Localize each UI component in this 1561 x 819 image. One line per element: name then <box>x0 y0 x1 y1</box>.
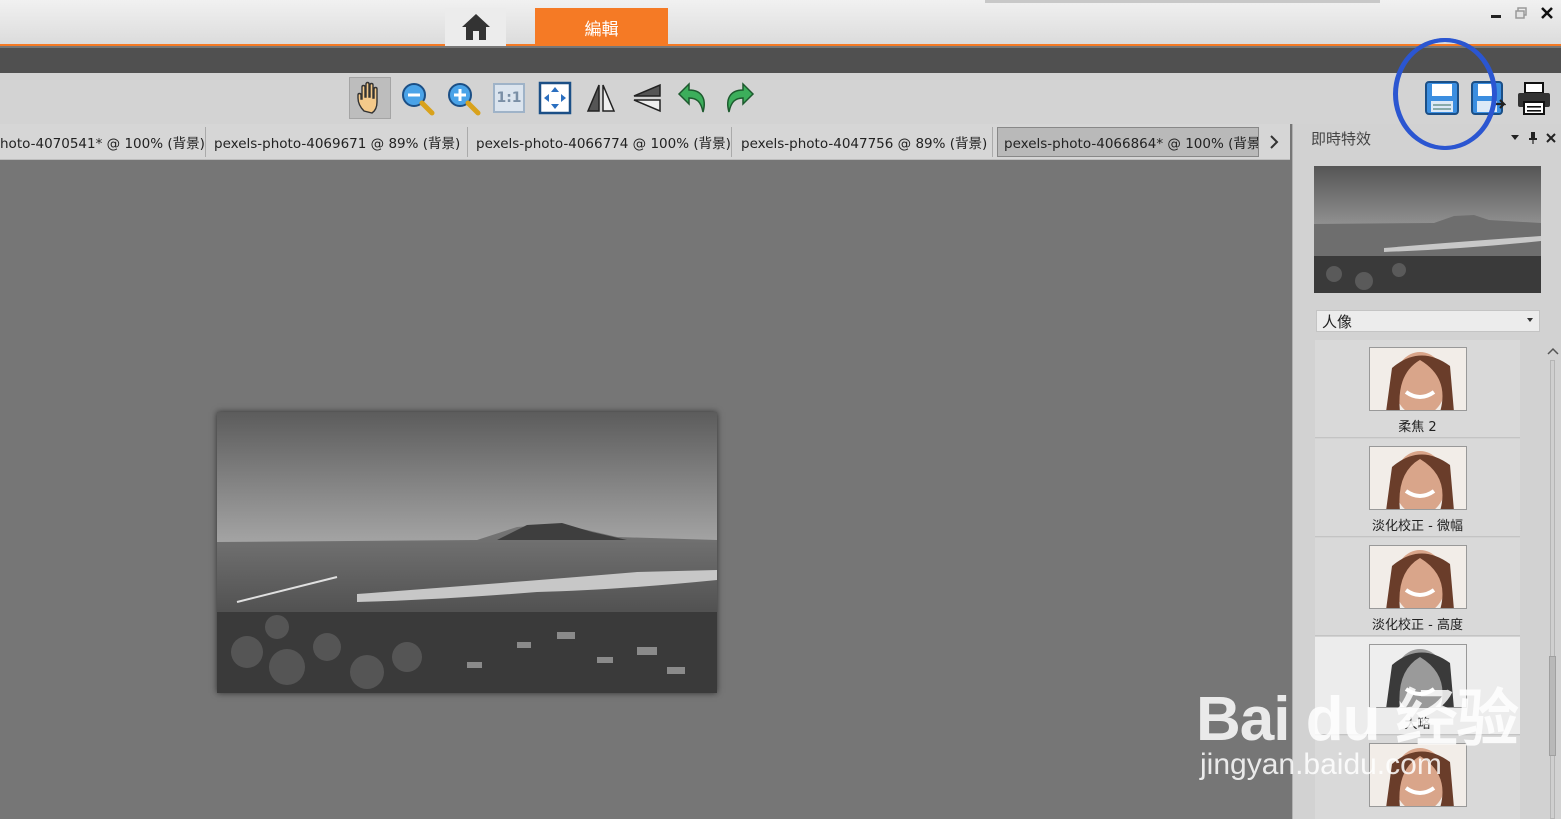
actual-size-icon: 1:1 <box>493 83 525 113</box>
home-tab[interactable] <box>445 8 506 46</box>
tabs-scroll-right-button[interactable] <box>1262 127 1286 157</box>
title-bar: 編輯 <box>0 0 1561 46</box>
document-tab[interactable]: pexels-photo-4047756 @ 89% (背景) <box>735 127 993 157</box>
restore-button[interactable] <box>1510 2 1532 24</box>
document-tabs: hoto-4070541* @ 100% (背景) pexels-photo-4… <box>0 124 1290 160</box>
edited-photo <box>217 412 717 693</box>
flip-horizontal-button[interactable] <box>580 77 622 119</box>
document-tab[interactable]: pexels-photo-4066774 @ 100% (背景) <box>470 127 732 157</box>
hand-tool-icon <box>357 81 378 114</box>
chevron-right-icon <box>1270 135 1279 149</box>
chevron-up-icon <box>1547 347 1559 355</box>
panel-pin-button[interactable] <box>1525 130 1541 146</box>
flip-horizontal-icon <box>586 84 616 112</box>
panel-close-button[interactable] <box>1543 130 1559 146</box>
effect-label: 淡化校正 - 微幅 <box>1372 519 1463 534</box>
chevron-down-icon <box>1511 135 1519 140</box>
app-window: 編輯 1:1 hoto-4070541* @ 100% (背景) pexels-… <box>0 0 1561 819</box>
flip-vertical-button[interactable] <box>626 77 668 119</box>
print-button[interactable] <box>1513 77 1555 119</box>
save-highlight-annotation <box>1393 38 1496 150</box>
effect-item[interactable]: 淡化校正 - 高度 <box>1315 538 1520 636</box>
redo-icon <box>727 82 755 113</box>
document-tab[interactable]: pexels-photo-4069671 @ 89% (背景) <box>208 127 468 157</box>
panel-title: 即時特效 <box>1311 130 1372 148</box>
scroll-thumb[interactable] <box>1549 656 1556 756</box>
fit-screen-icon <box>538 81 572 115</box>
top-strip <box>985 0 1380 3</box>
close-button[interactable] <box>1536 2 1558 24</box>
minimize-icon <box>1491 15 1501 18</box>
zoom-in-icon <box>448 83 481 116</box>
restore-icon <box>1515 7 1527 19</box>
minimize-button[interactable] <box>1485 2 1507 24</box>
effects-scrollbar[interactable] <box>1547 346 1559 819</box>
undo-button[interactable] <box>672 77 714 119</box>
chevron-down-icon <box>1527 318 1533 322</box>
edit-tab[interactable]: 編輯 <box>535 8 668 46</box>
zoom-out-button[interactable] <box>396 77 438 119</box>
effect-thumbnail <box>1369 347 1467 411</box>
effect-category-select[interactable]: 人像 <box>1316 310 1540 332</box>
print-icon <box>1518 82 1550 115</box>
panel-menu-button[interactable] <box>1507 130 1523 146</box>
flip-vertical-icon <box>633 83 661 113</box>
document-tab[interactable]: hoto-4070541* @ 100% (背景) <box>0 127 206 157</box>
watermark-logo: Bai du 经验 <box>1196 685 1519 754</box>
effect-label: 淡化校正 - 高度 <box>1372 618 1463 633</box>
effect-thumbnail <box>1369 545 1467 609</box>
watermark-url: jingyan.baidu.com <box>1200 748 1442 781</box>
fit-screen-button[interactable] <box>534 77 576 119</box>
hand-tool-button[interactable] <box>349 77 391 119</box>
effect-item[interactable]: 淡化校正 - 微幅 <box>1315 439 1520 537</box>
effect-preview-image <box>1314 166 1541 293</box>
close-icon <box>1541 7 1553 19</box>
pin-icon <box>1529 132 1537 144</box>
image-canvas[interactable] <box>0 160 1290 819</box>
effect-category-value: 人像 <box>1322 312 1353 331</box>
document-tab-active[interactable]: pexels-photo-4066864* @ 100% (背景) <box>997 127 1259 157</box>
redo-button[interactable] <box>718 77 760 119</box>
toolbar: 1:1 <box>0 73 1561 124</box>
ribbon-strip <box>0 48 1561 73</box>
effect-item[interactable]: 柔焦 2 <box>1315 340 1520 438</box>
effect-thumbnail <box>1369 446 1467 510</box>
close-icon <box>1546 133 1556 143</box>
zoom-out-icon <box>402 83 435 116</box>
effect-label: 柔焦 2 <box>1398 420 1437 435</box>
home-icon <box>461 14 490 40</box>
zoom-in-button[interactable] <box>442 77 484 119</box>
actual-size-button[interactable]: 1:1 <box>488 77 530 119</box>
undo-icon <box>677 82 705 113</box>
